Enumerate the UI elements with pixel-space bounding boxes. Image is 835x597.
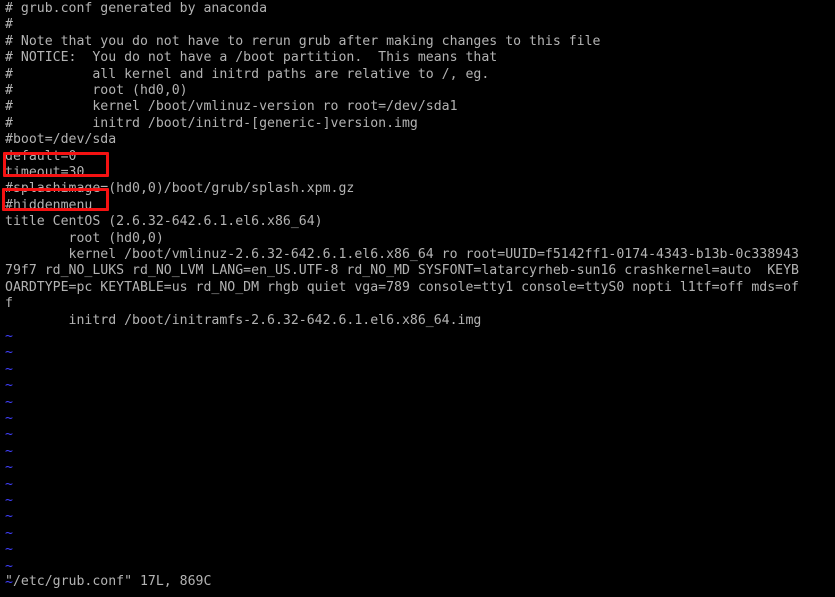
empty-line-marker: ~ <box>5 460 13 476</box>
buffer-line: # initrd /boot/initrd-[generic-]version.… <box>5 115 418 131</box>
vim-status-line: "/etc/grub.conf" 17L, 869C <box>5 574 212 589</box>
buffer-line: 79f7 rd_NO_LUKS rd_NO_LVM LANG=en_US.UTF… <box>5 263 799 279</box>
buffer-line: initrd /boot/initramfs-2.6.32-642.6.1.el… <box>5 312 482 328</box>
empty-line-marker: ~ <box>5 345 13 361</box>
buffer-line: # Note that you do not have to rerun gru… <box>5 33 601 49</box>
empty-line-marker: ~ <box>5 329 13 344</box>
buffer-line: title CentOS (2.6.32-642.6.1.el6.x86_64) <box>5 214 323 230</box>
buffer-line: timeout=30 <box>5 165 85 180</box>
buffer-line: # root (hd0,0) <box>5 83 188 98</box>
empty-line-marker: ~ <box>5 427 13 443</box>
empty-line-marker: ~ <box>5 542 13 558</box>
buffer-line: #boot=/dev/sda <box>5 132 117 148</box>
empty-line-marker: ~ <box>5 361 13 377</box>
buffer-line: # NOTICE: You do not have a /boot partit… <box>5 50 498 66</box>
empty-line-marker: ~ <box>5 411 13 426</box>
buffer-line: #splashimage=(hd0,0)/boot/grub/splash.xp… <box>5 181 355 197</box>
vim-editor-buffer[interactable]: # grub.conf generated by anaconda # # Note… <box>0 0 835 597</box>
empty-line-marker: ~ <box>5 493 13 508</box>
empty-line-marker: ~ <box>5 378 13 394</box>
buffer-line: #hiddenmenu <box>5 197 93 213</box>
empty-line-marker: ~ <box>5 525 13 541</box>
buffer-line: OARDTYPE=pc KEYTABLE=us rd_NO_DM rhgb qu… <box>5 279 799 295</box>
empty-line-marker: ~ <box>5 394 13 410</box>
buffer-line: # <box>5 17 13 33</box>
buffer-line: root (hd0,0) <box>5 230 164 246</box>
empty-line-marker: ~ <box>5 443 13 459</box>
terminal-screen: # grub.conf generated by anaconda # # Note… <box>0 0 835 597</box>
buffer-line: # grub.conf generated by anaconda <box>5 1 268 16</box>
empty-line-marker: ~ <box>5 558 13 574</box>
buffer-line: # all kernel and initrd paths are relati… <box>5 66 490 82</box>
buffer-line: kernel /boot/vmlinuz-2.6.32-642.6.1.el6.… <box>5 247 799 262</box>
empty-line-marker: ~ <box>5 476 13 492</box>
buffer-line: f <box>5 296 13 312</box>
empty-line-marker: ~ <box>5 509 13 525</box>
buffer-line: # kernel /boot/vmlinuz-version ro root=/… <box>5 99 458 115</box>
buffer-line: default=0 <box>5 148 77 164</box>
